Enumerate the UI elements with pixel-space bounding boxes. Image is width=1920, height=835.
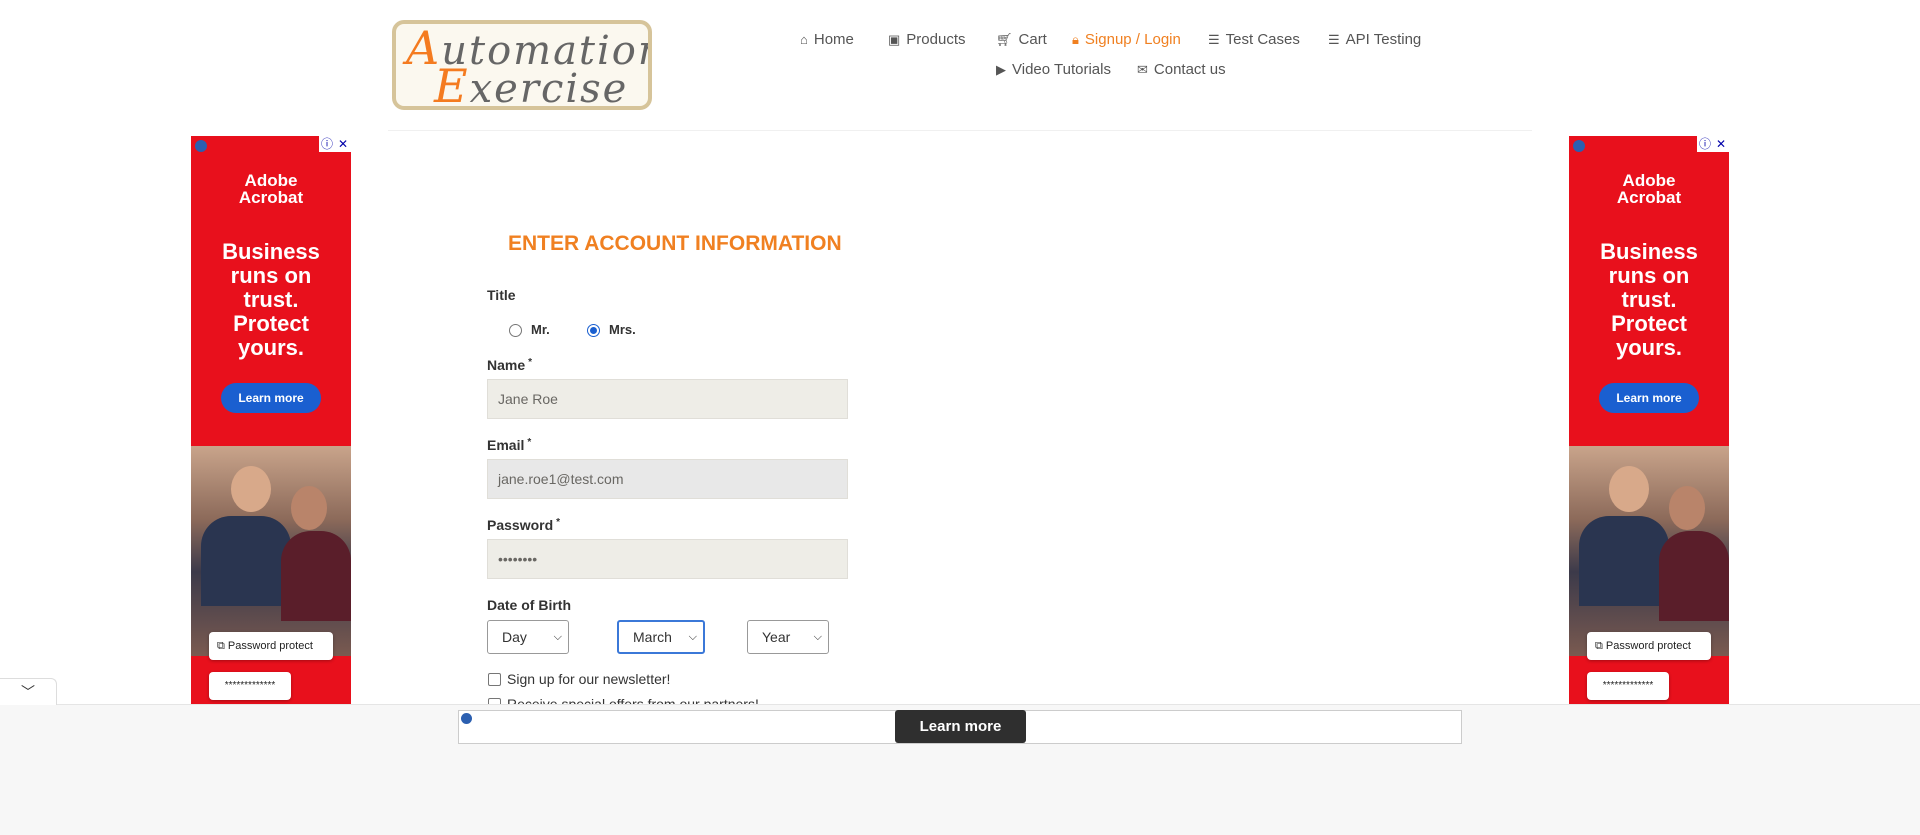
ad-close-icon[interactable]: ✕ [1713, 136, 1729, 152]
title-mr-radio[interactable] [509, 324, 522, 337]
chevron-down-icon: ⌵ [553, 631, 562, 643]
nav-home[interactable]: ⌂ Home [800, 31, 854, 48]
dob-day-select[interactable]: Day ⌵ [487, 620, 569, 654]
title-label: Title [487, 287, 516, 303]
bottom-ad-learn-more-button[interactable]: Learn more [895, 710, 1026, 743]
chevron-down-icon: ⌵ [688, 631, 697, 643]
ad-password-protect: ⧉ Password protect [209, 632, 333, 660]
ad-password-mask: ************* [1587, 672, 1669, 700]
title-mr-label[interactable]: Mr. [531, 322, 550, 337]
nav-api-testing[interactable]: ☰ API Testing [1328, 31, 1421, 48]
ad-brand: Adobe Acrobat [238, 171, 304, 207]
ad-controls: ⓘ ✕ [319, 136, 351, 152]
ad-info-icon[interactable]: ⓘ [319, 136, 335, 152]
nav-contact-us[interactable]: ✉ Contact us [1137, 61, 1226, 78]
nav-cart[interactable]: 🛒︎ Cart [996, 31, 1047, 48]
ad-badge-icon [461, 713, 472, 724]
ad-password-mask: ************* [209, 672, 291, 700]
ad-badge-icon [1573, 140, 1585, 152]
dob-label: Date of Birth [487, 597, 571, 613]
newsletter-checkbox[interactable] [488, 673, 501, 686]
list-icon: ☰ [1328, 31, 1340, 47]
nav-products[interactable]: ▣ Products [888, 31, 966, 48]
logo-line-2: Exercise [434, 59, 629, 110]
nav-test-cases[interactable]: ☰ Test Cases [1208, 31, 1300, 48]
password-field[interactable]: •••••••• [487, 539, 848, 579]
nav-signup-login[interactable]: 🔒︎ Signup / Login [1072, 31, 1181, 48]
ad-brand: Adobe Acrobat [1616, 171, 1682, 207]
chevron-down-icon: ⌵ [813, 631, 822, 643]
briefcase-icon: ▣ [888, 31, 901, 47]
youtube-icon: ▶ [996, 61, 1006, 77]
ad-badge-icon [195, 140, 207, 152]
envelope-icon: ✉ [1137, 61, 1148, 77]
ad-photo [191, 446, 351, 656]
newsletter-label: Sign up for our newsletter! [507, 671, 671, 687]
title-mrs-label[interactable]: Mrs. [609, 322, 636, 337]
email-field[interactable]: jane.roe1@test.com [487, 459, 848, 499]
ad-learn-more-button[interactable]: Learn more [221, 383, 321, 413]
right-side-ad[interactable]: ⓘ ✕ Adobe Acrobat Business runs on trust. P… [1569, 136, 1729, 736]
ad-learn-more-button[interactable]: Learn more [1599, 383, 1699, 413]
ad-close-icon[interactable]: ✕ [335, 136, 351, 152]
password-label: Password * [487, 517, 561, 533]
dob-month-select[interactable]: March ⌵ [617, 620, 705, 654]
name-field[interactable]: Jane Roe [487, 379, 848, 419]
email-label: Email * [487, 437, 532, 453]
title-mrs-radio[interactable] [587, 324, 600, 337]
ad-controls: ⓘ ✕ [1697, 136, 1729, 152]
list-icon: ☰ [1208, 31, 1220, 47]
home-icon: ⌂ [800, 32, 808, 47]
ad-headline: Business runs on trust. Protect yours. [222, 239, 320, 360]
ad-headline: Business runs on trust. Protect yours. [1600, 239, 1698, 360]
ad-photo [1569, 446, 1729, 656]
bottom-ad-collapse-button[interactable]: ﹀ [0, 678, 57, 705]
ad-password-protect: ⧉ Password protect [1587, 632, 1711, 660]
header-divider [388, 130, 1532, 131]
form-heading: ENTER ACCOUNT INFORMATION [508, 232, 842, 255]
dob-year-select[interactable]: Year ⌵ [747, 620, 829, 654]
nav-video-tutorials[interactable]: ▶ Video Tutorials [996, 61, 1111, 78]
cart-icon: 🛒︎ [996, 31, 1013, 47]
site-logo[interactable]: Automation Exercise [392, 20, 652, 110]
name-label: Name * [487, 357, 533, 373]
left-side-ad[interactable]: ⓘ ✕ Adobe Acrobat Business runs on trust. P… [191, 136, 351, 736]
ad-info-icon[interactable]: ⓘ [1697, 136, 1713, 152]
lock-icon: 🔒︎ [1072, 31, 1079, 47]
